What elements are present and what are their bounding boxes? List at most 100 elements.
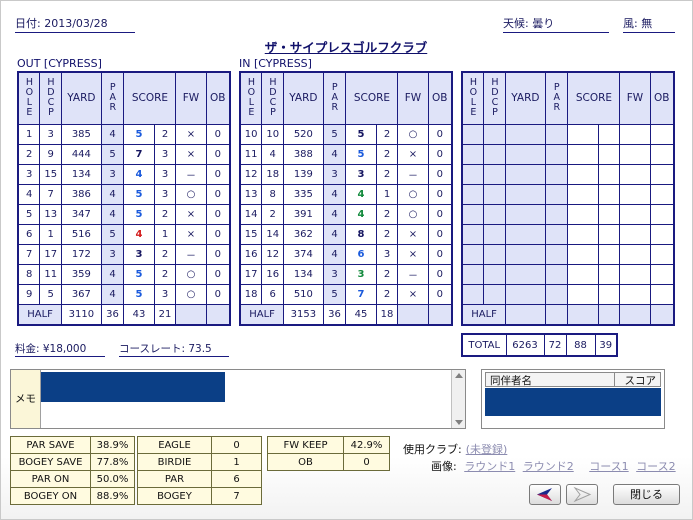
hole-ob: 0 bbox=[427, 263, 453, 285]
hole-putts: 3 bbox=[153, 183, 177, 205]
empty-cell bbox=[461, 243, 485, 265]
club-name-title: ザ・サイプレスゴルフクラブ bbox=[264, 40, 428, 55]
scroll-up-icon[interactable] bbox=[455, 373, 463, 378]
hole-number: 11 bbox=[239, 143, 263, 165]
empty-cell bbox=[544, 223, 569, 245]
hole-row: 12 18 139 3 3 2 － 0 bbox=[239, 163, 453, 185]
photo-link-round2[interactable]: ラウンド2 bbox=[523, 460, 574, 473]
empty-cell bbox=[597, 163, 621, 185]
empty-cell bbox=[649, 223, 675, 245]
hole-ob: 0 bbox=[427, 143, 453, 165]
empty-cell bbox=[505, 203, 546, 225]
col-par: PAR bbox=[100, 71, 125, 125]
empty-cell bbox=[461, 263, 485, 285]
empty-cell bbox=[619, 123, 651, 145]
total-par: 72 bbox=[543, 333, 567, 357]
hole-ob: 0 bbox=[427, 183, 453, 205]
empty-cell bbox=[483, 143, 507, 165]
prev-button[interactable] bbox=[529, 484, 561, 505]
empty-cell bbox=[649, 143, 675, 165]
hole-putts: 2 bbox=[375, 163, 399, 185]
scroll-down-icon[interactable] bbox=[455, 420, 463, 425]
stat-value: 1 bbox=[211, 453, 262, 471]
hole-ob: 0 bbox=[205, 203, 231, 225]
hole-putts: 2 bbox=[375, 263, 399, 285]
date-field: 日付: 2013/03/28 bbox=[15, 15, 135, 33]
wind-field: 風: 無 bbox=[623, 15, 675, 33]
hole-par: 4 bbox=[100, 183, 125, 205]
stat-row: EAGLE 0 bbox=[137, 436, 262, 454]
hole-score: 4 bbox=[123, 223, 155, 245]
empty-row bbox=[461, 263, 675, 285]
clubs-link[interactable]: (未登録) bbox=[466, 443, 508, 456]
hole-par: 3 bbox=[100, 163, 125, 185]
hole-score: 4 bbox=[345, 203, 377, 225]
memo-selected-text[interactable] bbox=[41, 372, 225, 402]
empty-row bbox=[461, 243, 675, 265]
hole-fairway: － bbox=[397, 163, 429, 185]
memo-scrollbar[interactable] bbox=[451, 370, 465, 428]
empty-cell bbox=[597, 143, 621, 165]
hole-number: 8 bbox=[17, 263, 41, 285]
companion-selected-row[interactable] bbox=[485, 388, 661, 416]
close-button[interactable]: 閉じる bbox=[613, 484, 680, 505]
hole-yard: 510 bbox=[283, 283, 324, 305]
hole-par: 5 bbox=[322, 283, 347, 305]
stat-row: PAR 6 bbox=[137, 470, 262, 488]
hole-score: 5 bbox=[123, 283, 155, 305]
hole-putts: 2 bbox=[153, 243, 177, 265]
stat-row: FW KEEP 42.9% bbox=[267, 436, 390, 454]
total-row: TOTAL 6263 72 88 39 bbox=[461, 333, 618, 357]
half-par: 36 bbox=[100, 303, 125, 326]
companions-list[interactable]: 同伴者名 スコア bbox=[481, 369, 665, 429]
empty-cell bbox=[461, 143, 485, 165]
photo-link-course2[interactable]: コース2 bbox=[636, 460, 675, 473]
hole-hdcp: 1 bbox=[39, 223, 63, 245]
hole-yard: 367 bbox=[61, 283, 102, 305]
empty-cell bbox=[461, 223, 485, 245]
col-hdcp: HDCP bbox=[483, 71, 507, 125]
col-ob: OB bbox=[205, 71, 231, 125]
hole-score: 3 bbox=[345, 263, 377, 285]
empty-cell bbox=[483, 223, 507, 245]
hole-number: 4 bbox=[17, 183, 41, 205]
empty-cell bbox=[483, 263, 507, 285]
empty-cell bbox=[544, 123, 569, 145]
empty-cell bbox=[619, 223, 651, 245]
hole-putts: 2 bbox=[153, 263, 177, 285]
hole-par: 5 bbox=[100, 223, 125, 245]
hole-row: 5 13 347 4 5 2 × 0 bbox=[17, 203, 231, 225]
hole-score: 5 bbox=[345, 123, 377, 145]
photo-link-round1[interactable]: ラウンド1 bbox=[464, 460, 515, 473]
hole-ob: 0 bbox=[205, 263, 231, 285]
empty-row bbox=[461, 283, 675, 305]
empty-row bbox=[461, 163, 675, 185]
empty-row bbox=[461, 123, 675, 145]
hole-putts: 3 bbox=[153, 163, 177, 185]
half-label: HALF bbox=[17, 303, 63, 326]
scorecard-window: 日付: 2013/03/28 天候: 曇り 風: 無 ザ・サイプレスゴルフクラブ… bbox=[0, 0, 693, 520]
photo-link-course1[interactable]: コース1 bbox=[589, 460, 628, 473]
empty-cell bbox=[505, 143, 546, 165]
hole-putts: 3 bbox=[153, 143, 177, 165]
empty-row bbox=[461, 223, 675, 245]
stat-row: PAR SAVE 38.9% bbox=[10, 436, 135, 454]
col-ob: OB bbox=[427, 71, 453, 125]
empty-cell bbox=[567, 123, 599, 145]
out-half-row: HALF 3110 36 43 21 bbox=[17, 303, 231, 326]
stat-label: BIRDIE bbox=[137, 453, 212, 471]
half-putts: 18 bbox=[375, 303, 399, 326]
empty-cell bbox=[649, 183, 675, 205]
hole-row: 18 6 510 5 7 2 × 0 bbox=[239, 283, 453, 305]
stat-row: BOGEY ON 88.9% bbox=[10, 487, 135, 505]
hole-fairway: × bbox=[397, 283, 429, 305]
memo-box[interactable]: メモ bbox=[10, 369, 466, 429]
hole-number: 16 bbox=[239, 243, 263, 265]
stat-row: BOGEY SAVE 77.8% bbox=[10, 453, 135, 471]
next-button[interactable] bbox=[566, 484, 598, 505]
hole-hdcp: 2 bbox=[261, 203, 285, 225]
hole-yard: 347 bbox=[61, 203, 102, 225]
total-score: 88 bbox=[565, 333, 596, 357]
hole-row: 10 10 520 5 5 2 ○ 0 bbox=[239, 123, 453, 145]
empty-cell bbox=[483, 283, 507, 305]
